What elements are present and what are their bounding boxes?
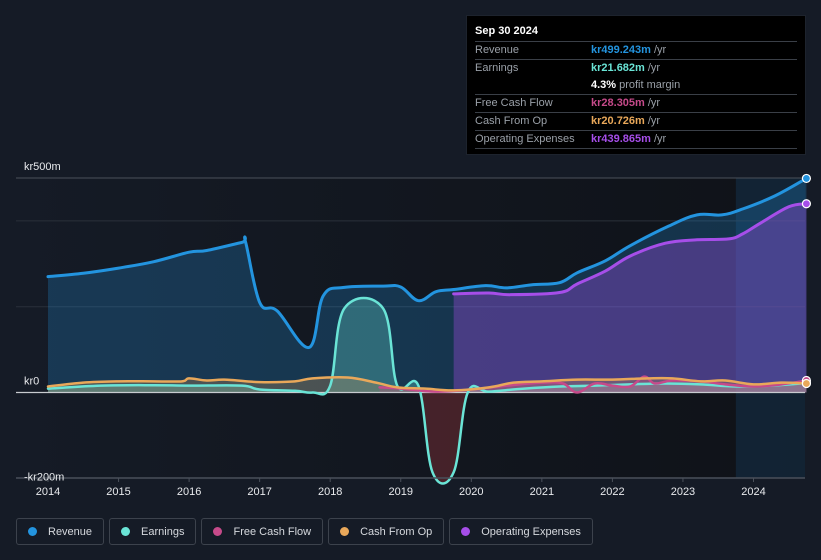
legend-item-operating-expenses[interactable]: Operating Expenses — [449, 518, 593, 545]
legend-item-revenue[interactable]: Revenue — [16, 518, 105, 545]
tooltip-row-value: kr499.243m — [591, 44, 651, 56]
legend-label: Earnings — [141, 525, 185, 538]
legend-item-cash-from-op[interactable]: Cash From Op — [328, 518, 445, 545]
legend-label: Cash From Op — [360, 525, 433, 538]
legend-dot-icon — [213, 527, 223, 536]
tooltip-panel: Sep 30 2024 Revenue kr499.243m/yr Earnings… — [466, 15, 806, 155]
tooltip-row: Revenue kr499.243m/yr — [475, 42, 797, 60]
tooltip-date: Sep 30 2024 — [475, 23, 797, 42]
x-tick-label: 2015 — [106, 486, 130, 498]
x-tick-label: 2017 — [247, 486, 271, 498]
x-tick-label: 2016 — [177, 486, 201, 498]
tooltip-row-unit: /yr — [647, 115, 661, 127]
x-tick-label: 2023 — [671, 486, 695, 498]
operating-expenses-end-marker — [801, 199, 812, 209]
cash-from-op-end-marker — [801, 378, 812, 389]
tooltip-row-label: Operating Expenses — [475, 133, 575, 145]
tooltip-row: Cash From Op kr20.726m/yr — [475, 113, 797, 131]
tooltip-row: Free Cash Flow kr28.305m/yr — [475, 95, 797, 113]
legend-label: Free Cash Flow — [233, 525, 312, 538]
x-tick-label: 2019 — [389, 486, 413, 498]
legend: Revenue Earnings Free Cash Flow Cash From O… — [16, 518, 593, 545]
legend-dot-icon — [340, 527, 350, 536]
revenue-end-marker — [801, 173, 812, 184]
tooltip-row-label: Revenue — [475, 44, 520, 56]
tooltip-row-value: kr439.865m — [591, 133, 651, 145]
tooltip-row-unit: /yr — [647, 97, 661, 109]
tooltip-row: Earnings kr21.682m/yr — [475, 60, 797, 77]
tooltip-row-label: Free Cash Flow — [475, 97, 553, 109]
tooltip-row-unit: /yr — [653, 44, 667, 56]
tooltip-row-value: 4.3% — [591, 79, 617, 91]
legend-label: Operating Expenses — [481, 525, 581, 538]
y-tick-label: -kr200m — [24, 471, 64, 483]
tooltip-row-label: Earnings — [475, 62, 519, 74]
x-tick-label: 2020 — [459, 486, 483, 498]
y-tick-label: kr500m — [24, 161, 61, 173]
tooltip-row-label — [475, 77, 591, 94]
x-tick-label: 2024 — [741, 486, 765, 498]
legend-dot-icon — [121, 527, 131, 536]
tooltip-row-label: Cash From Op — [475, 115, 548, 127]
tooltip-row: Operating Expenses kr439.865m/yr — [475, 131, 797, 149]
tooltip-row-unit: /yr — [647, 62, 661, 74]
legend-dot-icon — [461, 527, 471, 536]
tooltip-row: 4.3% profit margin — [475, 77, 797, 95]
tooltip-row-unit: profit margin — [619, 79, 681, 91]
legend-label: Revenue — [48, 525, 93, 538]
x-tick-label: 2018 — [318, 486, 342, 498]
legend-dot-icon — [28, 527, 37, 536]
x-ticks: 2014 2015 2016 2017 2018 2019 2020 2021 2022 2023… — [36, 478, 766, 498]
tooltip-row-value: kr20.726m — [591, 115, 645, 127]
y-tick-label: kr0 — [24, 376, 39, 388]
tooltip-row-value: kr21.682m — [591, 62, 645, 74]
x-tick-label: 2021 — [530, 486, 554, 498]
tooltip-row-value: kr28.305m — [591, 97, 645, 109]
tooltip-row-unit: /yr — [653, 133, 667, 145]
legend-item-earnings[interactable]: Earnings — [109, 518, 197, 545]
x-tick-label: 2014 — [36, 486, 60, 498]
x-tick-label: 2022 — [600, 486, 624, 498]
legend-item-free-cash-flow[interactable]: Free Cash Flow — [201, 518, 324, 545]
